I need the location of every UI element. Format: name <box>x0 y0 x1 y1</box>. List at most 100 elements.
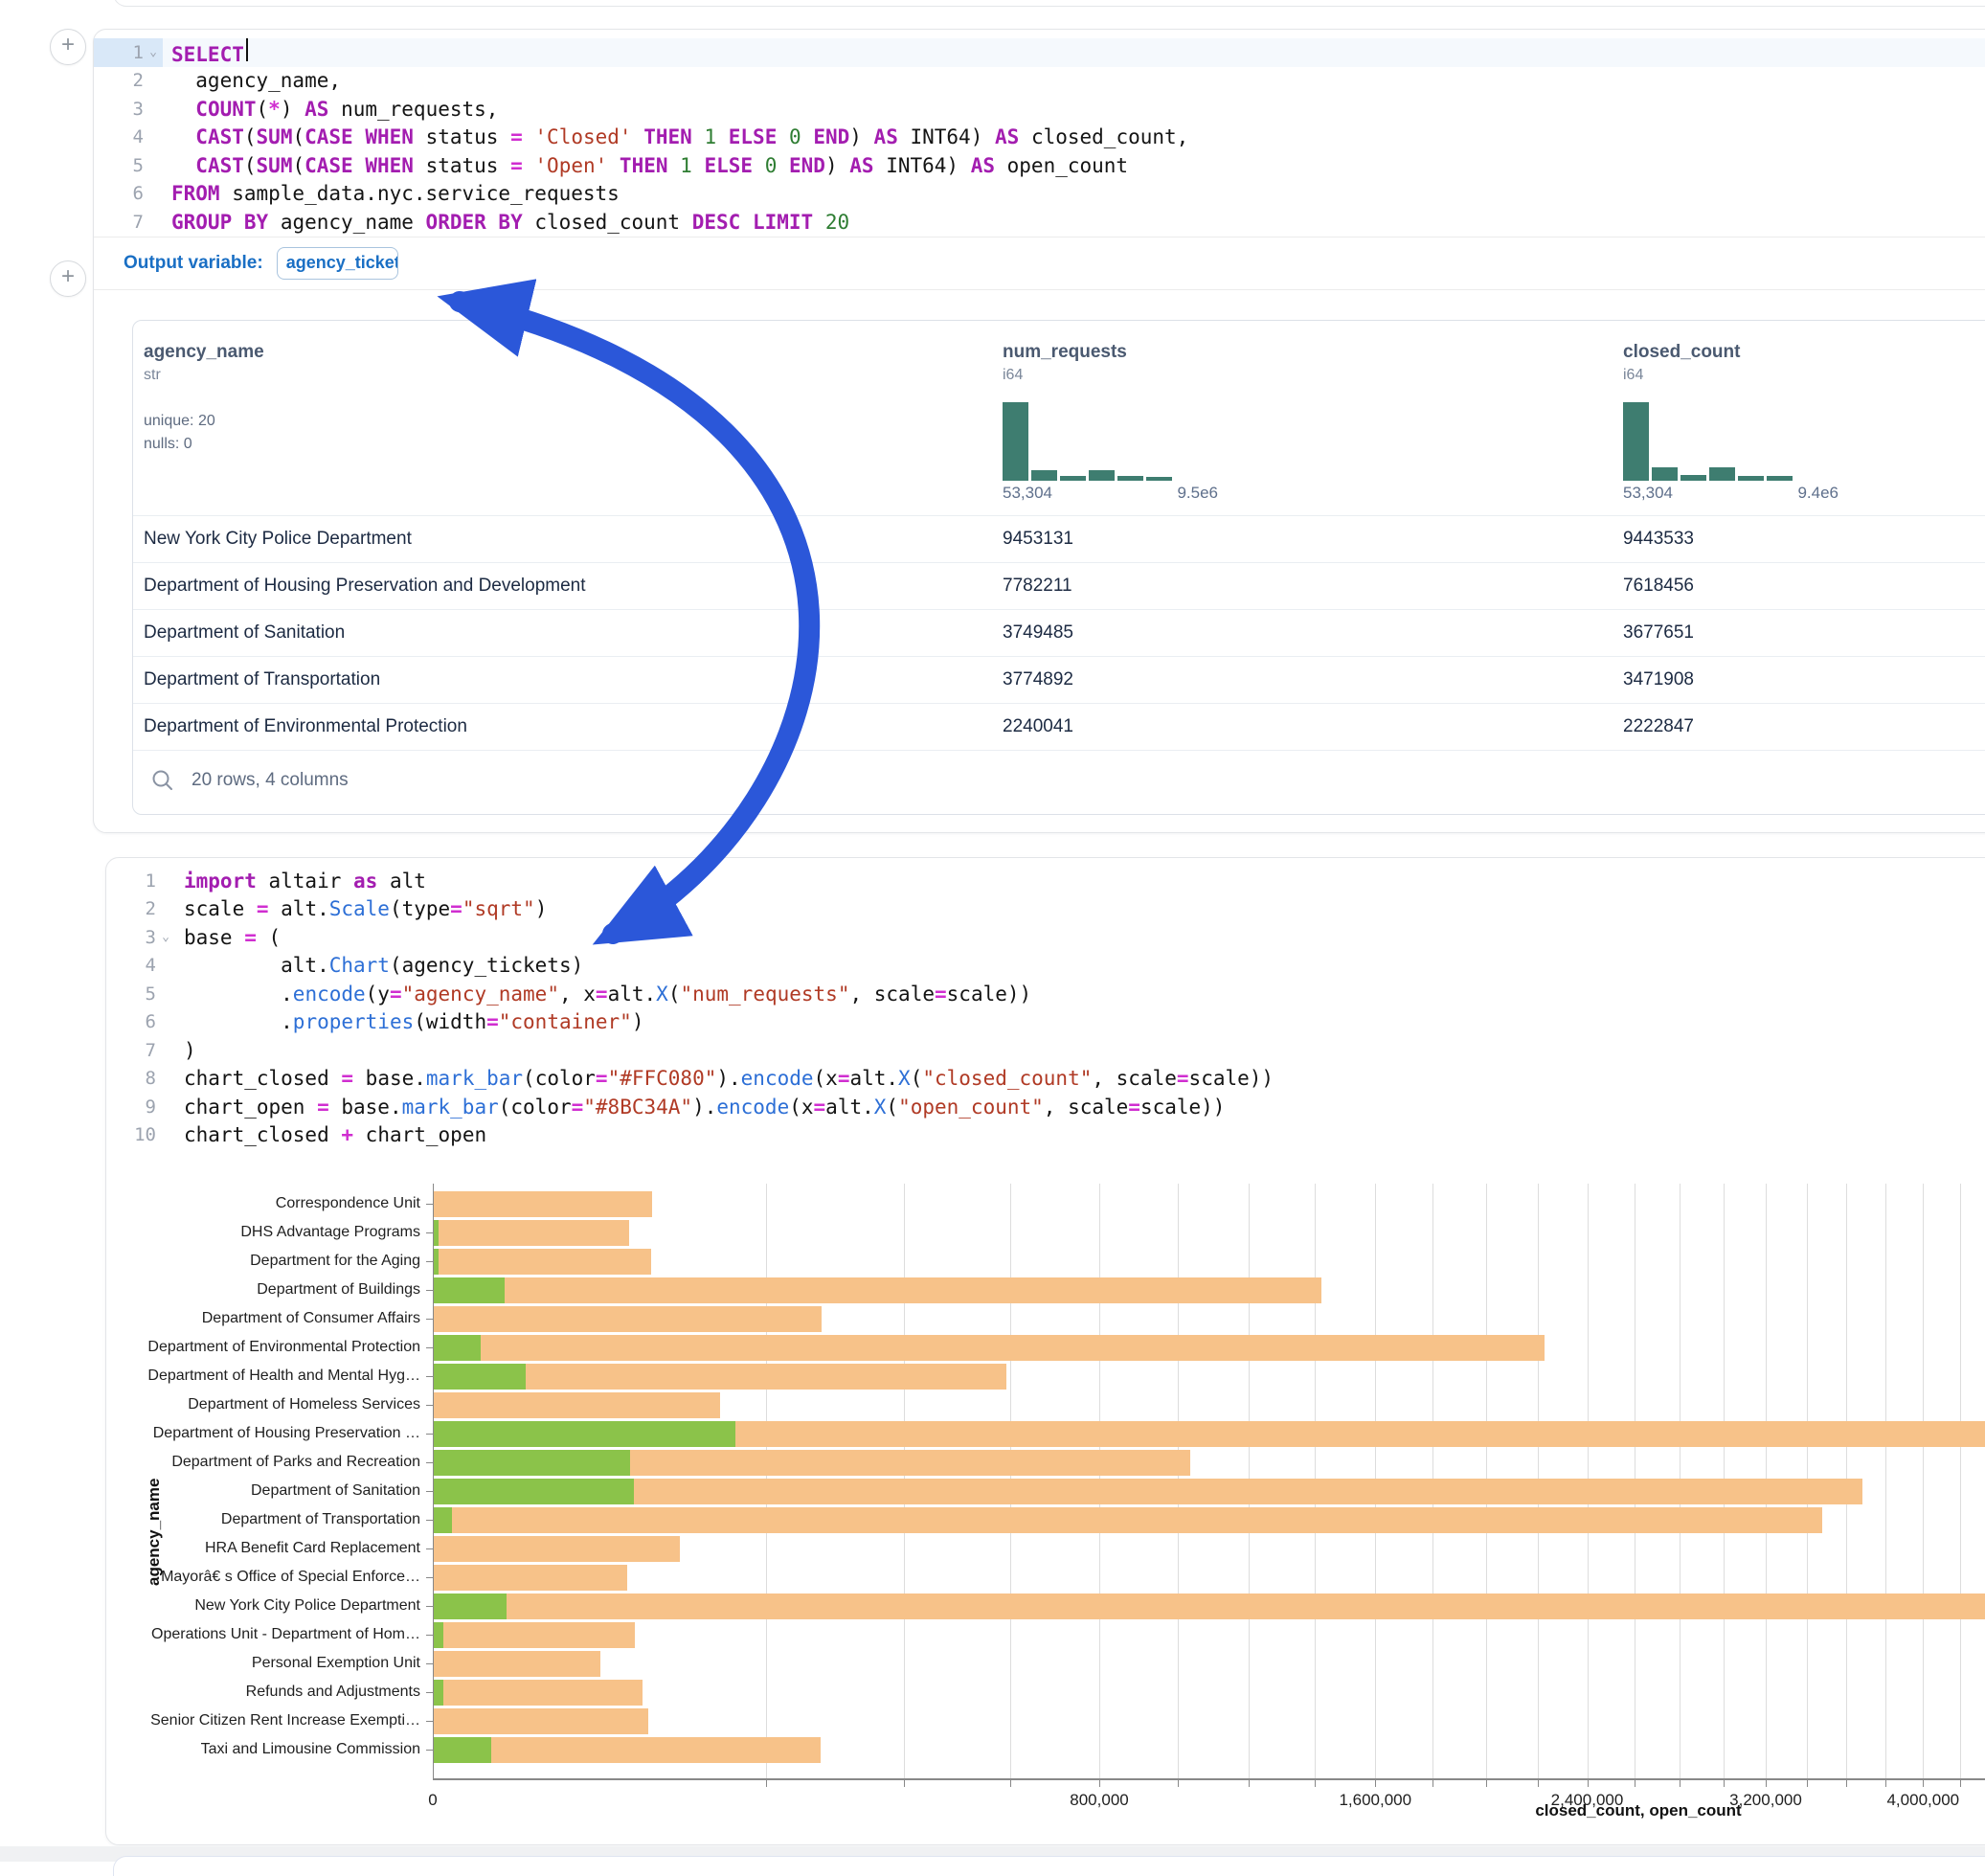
y-axis-category-label: Mayorâ€ s Office of Special Enforce… <box>161 1569 420 1586</box>
code-text: chart_open = base.mark_bar(color="#8BC34… <box>175 1096 1225 1119</box>
table-cell: 2240041 <box>1003 716 1623 737</box>
table-row[interactable]: Department of Housing Preservation and D… <box>133 563 1985 610</box>
y-axis-category-label: Department of Parks and Recreation <box>171 1454 420 1471</box>
python-line-8[interactable]: 8chart_closed = base.mark_bar(color="#FF… <box>106 1065 1985 1094</box>
y-axis-category-label: Department of Environmental Protection <box>147 1339 420 1356</box>
histogram-bar <box>1738 476 1764 481</box>
bar-open_count <box>434 1593 507 1619</box>
bar-closed_count <box>434 1335 1545 1361</box>
table-cell: 2222847 <box>1623 716 1985 737</box>
sql-line-5[interactable]: 5 CAST(SUM(CASE WHEN status = 'Open' THE… <box>94 151 1985 180</box>
bar-closed_count <box>434 1622 635 1648</box>
column-name: num_requests <box>1003 342 1623 363</box>
python-line-7[interactable]: 7) <box>106 1036 1985 1065</box>
bar-open_count <box>434 1479 634 1504</box>
column-name: agency_name <box>144 342 1003 363</box>
python-code-editor[interactable]: 1import altair as alt2scale = alt.Scale(… <box>106 858 1985 1149</box>
output-variable-row: Output variable: agency_tickets <box>94 237 1985 289</box>
table-footer: 20 rows, 4 columns <box>133 751 1985 810</box>
next-cell-edge <box>113 1856 1985 1876</box>
line-number: 8 <box>106 1065 175 1094</box>
python-line-4[interactable]: 4 alt.Chart(agency_tickets) <box>106 952 1985 981</box>
y-axis-category-label: Taxi and Limousine Commission <box>201 1741 420 1758</box>
sql-line-6[interactable]: 6FROM sample_data.nyc.service_requests <box>94 180 1985 209</box>
y-axis-tick <box>426 1635 433 1636</box>
python-line-1[interactable]: 1import altair as alt <box>106 867 1985 895</box>
python-line-3[interactable]: 3⌄base = ( <box>106 923 1985 952</box>
y-axis-category-label: Operations Unit - Department of Hom… <box>151 1626 420 1643</box>
y-axis-tick <box>426 1750 433 1751</box>
divider <box>94 289 1985 290</box>
table-row[interactable]: New York City Police Department945313194… <box>133 516 1985 563</box>
bar-closed_count <box>434 1536 680 1562</box>
sql-line-1[interactable]: 1⌄SELECT <box>94 38 1985 67</box>
y-axis-category-label: Department for the Aging <box>250 1253 420 1270</box>
add-cell-button-top[interactable]: + <box>50 29 86 65</box>
column-header-agency_name[interactable]: agency_namestrunique: 20nulls: 0 <box>144 321 1003 515</box>
sql-line-7[interactable]: 7GROUP BY agency_name ORDER BY closed_co… <box>94 208 1985 237</box>
bar-open_count <box>434 1249 439 1275</box>
code-text: base = ( <box>175 926 281 949</box>
y-axis-tick <box>426 1520 433 1521</box>
sql-line-4[interactable]: 4 CAST(SUM(CASE WHEN status = 'Closed' T… <box>94 124 1985 152</box>
line-number: 6 <box>94 180 163 209</box>
code-text: chart_closed = base.mark_bar(color="#FFC… <box>175 1067 1274 1090</box>
python-line-5[interactable]: 5 .encode(y="agency_name", x=alt.X("num_… <box>106 980 1985 1008</box>
code-text: alt.Chart(agency_tickets) <box>175 954 583 977</box>
python-cell: 1import altair as alt2scale = alt.Scale(… <box>105 857 1985 1845</box>
table-cell: Department of Transportation <box>144 669 1003 690</box>
bar-closed_count <box>434 1565 627 1591</box>
code-text: .encode(y="agency_name", x=alt.X("num_re… <box>175 983 1031 1006</box>
table-row[interactable]: Department of Sanitation37494853677651 <box>133 610 1985 657</box>
table-header: agency_namestrunique: 20nulls: 0num_requ… <box>133 321 1985 516</box>
histogram-bar <box>1060 476 1086 481</box>
y-axis-tick <box>426 1548 433 1549</box>
python-line-9[interactable]: 9chart_open = base.mark_bar(color="#8BC3… <box>106 1093 1985 1121</box>
x-axis-tick <box>1486 1780 1487 1787</box>
histogram-bar <box>1680 475 1706 481</box>
gridline <box>1885 1184 1886 1778</box>
code-text: .properties(width="container") <box>175 1010 643 1033</box>
code-text: SELECT <box>163 38 248 66</box>
y-axis-category-label: Department of Homeless Services <box>188 1396 420 1413</box>
fold-chevron-icon[interactable]: ⌄ <box>146 45 157 59</box>
code-text: scale = alt.Scale(type="sqrt") <box>175 897 547 920</box>
column-header-closed_count[interactable]: closed_counti6453,3049.4e6 <box>1623 321 1985 515</box>
fold-chevron-icon[interactable]: ⌄ <box>158 930 169 944</box>
sql-line-3[interactable]: 3 COUNT(*) AS num_requests, <box>94 95 1985 124</box>
sql-code-editor[interactable]: 1⌄SELECT2 agency_name,3 COUNT(*) AS num_… <box>94 30 1985 237</box>
line-number: 5 <box>94 151 163 180</box>
sql-cell: 1⌄SELECT2 agency_name,3 COUNT(*) AS num_… <box>93 29 1985 833</box>
line-number: 2 <box>94 67 163 96</box>
x-axis-tick-label: 800,000 <box>1070 1791 1128 1810</box>
histogram-range-labels: 53,3049.5e6 <box>1003 484 1218 503</box>
bar-open_count <box>434 1421 735 1447</box>
histogram-bar <box>1767 476 1793 481</box>
x-axis-tick <box>1846 1780 1847 1787</box>
line-number: 9 <box>106 1093 175 1121</box>
y-axis-tick <box>426 1232 433 1233</box>
python-line-6[interactable]: 6 .properties(width="container") <box>106 1008 1985 1037</box>
add-cell-button-output[interactable]: + <box>50 260 86 297</box>
bar-open_count <box>434 1364 526 1390</box>
python-line-10[interactable]: 10chart_closed + chart_open <box>106 1121 1985 1150</box>
search-icon[interactable] <box>150 768 175 793</box>
x-axis-tick <box>1099 1780 1100 1787</box>
column-header-num_requests[interactable]: num_requestsi6453,3049.5e6 <box>1003 321 1623 515</box>
table-row[interactable]: Department of Environmental Protection22… <box>133 704 1985 751</box>
column-histogram <box>1003 402 1175 481</box>
x-axis-tick <box>1588 1780 1589 1787</box>
y-axis-tick <box>426 1319 433 1320</box>
sql-line-2[interactable]: 2 agency_name, <box>94 67 1985 96</box>
histogram-bar <box>1623 402 1649 481</box>
y-axis-tick <box>426 1290 433 1291</box>
table-cell: 7618456 <box>1623 576 1985 597</box>
output-variable-input[interactable]: agency_tickets <box>277 247 398 280</box>
table-body: New York City Police Department945313194… <box>133 516 1985 751</box>
python-line-2[interactable]: 2scale = alt.Scale(type="sqrt") <box>106 895 1985 924</box>
code-text: COUNT(*) AS num_requests, <box>163 98 498 121</box>
bar-closed_count <box>434 1651 600 1677</box>
table-row[interactable]: Department of Transportation377489234719… <box>133 657 1985 704</box>
y-axis-category-label: Correspondence Unit <box>276 1195 420 1212</box>
y-axis-tick <box>426 1347 433 1348</box>
